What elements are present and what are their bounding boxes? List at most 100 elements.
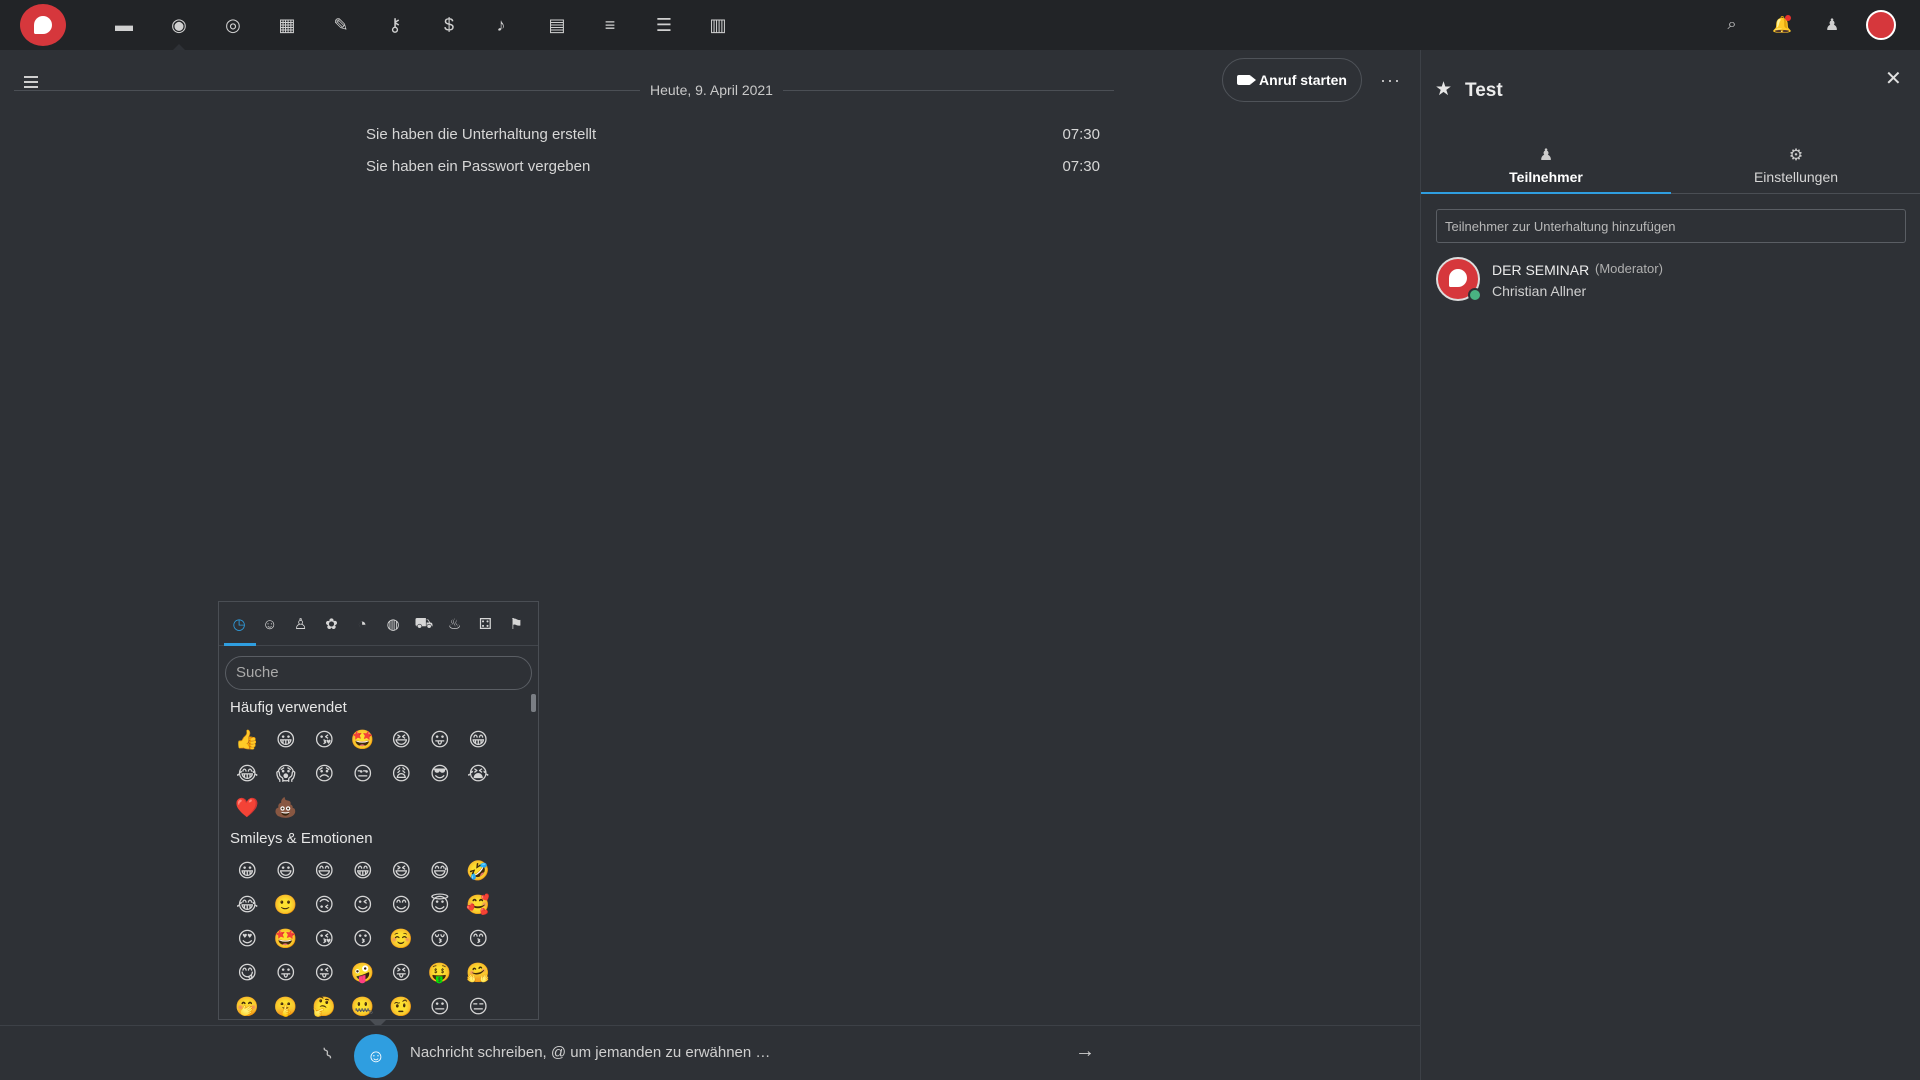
emoji-item[interactable]: 😚 <box>421 922 460 956</box>
emoji-scrollbar[interactable] <box>531 694 536 712</box>
emoji-search-input[interactable]: Suche <box>225 656 532 690</box>
deck-icon[interactable]: ▦ <box>275 13 299 37</box>
smiley-icon[interactable]: ☺ <box>258 612 282 636</box>
emoji-item[interactable]: 😙 <box>459 922 498 956</box>
emoji-item[interactable]: 😉 <box>344 888 383 922</box>
emoji-item[interactable]: 😄 <box>305 854 344 888</box>
emoji-item[interactable]: 😁 <box>459 723 498 757</box>
emoji-item[interactable]: 🤭 <box>228 990 267 1019</box>
sports-icon[interactable]: ◍ <box>381 612 405 636</box>
participant-item[interactable]: DER SEMINAR (Moderator) Christian Allner <box>1436 257 1906 305</box>
lightbulb-icon[interactable]: ♨ <box>443 612 467 636</box>
tab-settings[interactable]: ⚙ Einstellungen <box>1671 145 1920 195</box>
emoji-item[interactable]: 😒 <box>344 757 383 791</box>
money-bag-icon[interactable]: $ <box>437 13 461 37</box>
emoji-item[interactable]: 😂 <box>228 757 267 791</box>
start-call-button[interactable]: Anruf starten <box>1222 58 1362 102</box>
emoji-item[interactable]: 🤣 <box>459 854 498 888</box>
emoji-item[interactable]: 🤔 <box>305 990 344 1019</box>
emoji-item[interactable]: ❤️ <box>228 791 267 825</box>
emoji-item[interactable]: 😐 <box>421 990 460 1019</box>
emoji-button[interactable]: ☺ <box>354 1034 398 1078</box>
emoji-item[interactable]: 😎 <box>421 757 460 791</box>
close-sidebar-icon[interactable]: ✕ <box>1885 66 1902 91</box>
settings-gear-icon: ⚙ <box>1788 147 1804 164</box>
emoji-item[interactable]: 🤑 <box>421 956 460 990</box>
favorite-star-icon[interactable]: ★ <box>1435 78 1452 101</box>
emoji-item[interactable]: 😋 <box>228 956 267 990</box>
food-icon[interactable]: ◔ <box>350 612 374 636</box>
emoji-item[interactable]: 😝 <box>382 956 421 990</box>
emoji-item[interactable]: 😗 <box>344 922 383 956</box>
emoji-item[interactable]: 😘 <box>305 723 344 757</box>
emoji-item[interactable]: 🤨 <box>382 990 421 1019</box>
message-time: 07:30 <box>1062 158 1100 175</box>
emoji-item[interactable]: 😀 <box>228 854 267 888</box>
emoji-item[interactable]: 😞 <box>305 757 344 791</box>
emoji-item[interactable]: 😑 <box>459 990 498 1019</box>
app-logo[interactable] <box>20 4 66 46</box>
microphone-icon[interactable]: ♪ <box>489 13 513 37</box>
emoji-item[interactable]: 💩 <box>267 791 306 825</box>
emoji-item[interactable]: 😇 <box>421 888 460 922</box>
calendar-icon[interactable]: ▤ <box>545 13 569 37</box>
emoji-item[interactable]: 😱 <box>267 757 306 791</box>
contacts-icon[interactable]: ♟ <box>1820 13 1844 37</box>
more-options-icon[interactable]: ··· <box>1380 70 1401 91</box>
emoji-item[interactable]: 😆 <box>382 854 421 888</box>
passwords-key-icon[interactable]: ⚷ <box>383 13 407 37</box>
participant-role: (Moderator) <box>1595 261 1663 276</box>
emoji-item[interactable]: 👍 <box>228 723 267 757</box>
system-message: Sie haben die Unterhaltung erstellt 07:3… <box>366 126 1100 143</box>
emoji-item[interactable]: 😛 <box>267 956 306 990</box>
emoji-item[interactable]: 😀 <box>267 723 306 757</box>
activity-icon[interactable]: ◎ <box>221 13 245 37</box>
participant-subtitle: Christian Allner <box>1492 283 1587 299</box>
emoji-item[interactable]: 🙂 <box>267 888 306 922</box>
emoji-item[interactable]: 😘 <box>305 922 344 956</box>
emoji-item[interactable]: 😂 <box>228 888 267 922</box>
emoji-item[interactable]: 🙃 <box>305 888 344 922</box>
car-icon[interactable]: ⛟ <box>412 612 436 636</box>
emoji-item[interactable]: 🤗 <box>459 956 498 990</box>
animal-icon[interactable]: ✿ <box>319 612 343 636</box>
emoji-item[interactable]: 🤫 <box>267 990 306 1019</box>
clock-icon[interactable]: ◷ <box>227 612 251 636</box>
system-message: Sie haben ein Passwort vergeben 07:30 <box>366 158 1100 175</box>
emoji-item[interactable]: 😍 <box>228 922 267 956</box>
person-icon[interactable]: ♙ <box>289 612 313 636</box>
emoji-item[interactable]: 😅 <box>421 854 460 888</box>
hamburger-menu-icon[interactable] <box>24 76 38 88</box>
symbols-icon[interactable]: ⚃ <box>473 612 497 636</box>
tab-participants[interactable]: ♟ Teilnehmer <box>1421 145 1671 195</box>
emoji-item[interactable]: 😊 <box>382 888 421 922</box>
list-icon[interactable]: ☰ <box>652 13 676 37</box>
emoji-item[interactable]: 😜 <box>305 956 344 990</box>
notification-bell-icon[interactable]: 🔔 <box>1770 13 1794 37</box>
message-input[interactable]: Nachricht schreiben, @ um jemanden zu er… <box>410 1044 770 1061</box>
attachment-paperclip-icon[interactable]: ⌇ <box>320 1043 337 1064</box>
emoji-item[interactable]: 🤩 <box>267 922 306 956</box>
emoji-item[interactable]: 🤪 <box>344 956 383 990</box>
talk-icon[interactable]: ◉ <box>167 13 191 50</box>
emoji-item[interactable]: 😭 <box>459 757 498 791</box>
emoji-item[interactable]: 😛 <box>421 723 460 757</box>
files-icon[interactable]: ▬ <box>112 13 136 37</box>
emoji-item[interactable]: ☺️ <box>382 922 421 956</box>
user-avatar[interactable] <box>1866 10 1896 40</box>
emoji-item[interactable]: 🤐 <box>344 990 383 1019</box>
flag-icon[interactable]: ⚑ <box>504 612 528 636</box>
emoji-item[interactable]: 🤩 <box>344 723 383 757</box>
add-participant-input[interactable]: Teilnehmer zur Unterhaltung hinzufügen <box>1436 209 1906 243</box>
search-icon[interactable]: ⌕ <box>1720 13 1744 37</box>
emoji-item[interactable]: 😁 <box>344 854 383 888</box>
send-arrow-icon[interactable]: → <box>1075 1040 1095 1063</box>
emoji-item[interactable]: 😩 <box>382 757 421 791</box>
notes-pencil-icon[interactable]: ✎ <box>329 13 353 37</box>
emoji-item[interactable]: 😆 <box>382 723 421 757</box>
text-align-icon[interactable]: ≡ <box>598 13 622 37</box>
smileys-grid: 😀 😃 😄 😁 😆 😅 🤣 😂 🙂 🙃 😉 😊 😇 🥰 😍 🤩 😘 😗 ☺️ 😚 😙 😋 😛 😜 🤪 😝 🤑 🤗 🤭 🤫 🤔 🤐 🤨 😐 😑 <box>228 854 500 1019</box>
emoji-item[interactable]: 😃 <box>267 854 306 888</box>
emoji-item[interactable]: 🥰 <box>459 888 498 922</box>
chart-icon[interactable]: ▥ <box>706 13 730 37</box>
